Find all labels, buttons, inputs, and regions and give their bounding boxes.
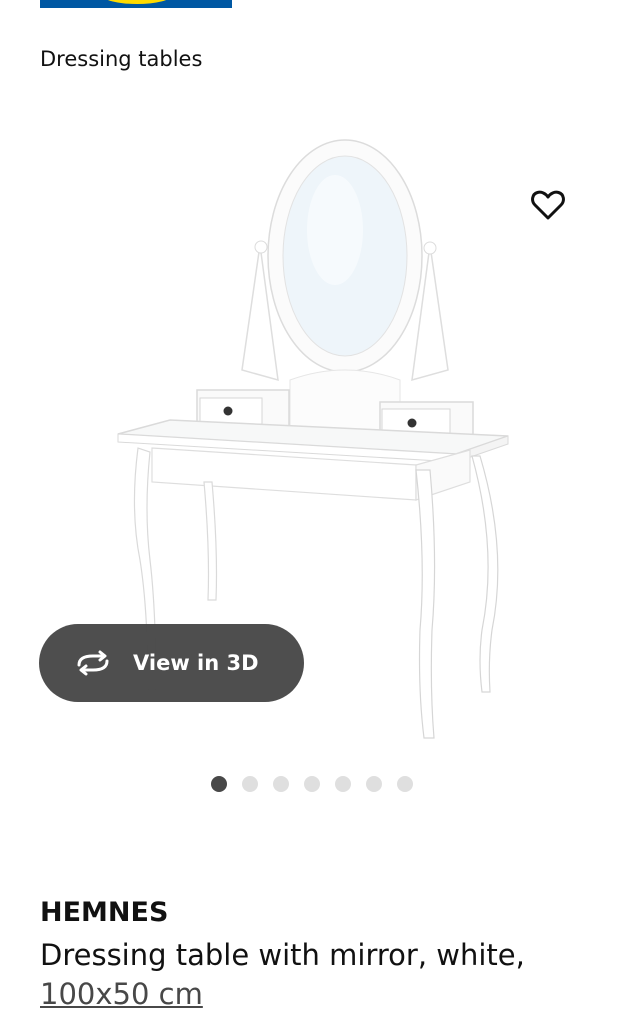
product-description: Dressing table with mirror, white, [40, 938, 525, 972]
heart-outline-icon [531, 190, 565, 220]
product-size-link[interactable]: 100x50 cm [40, 975, 203, 1013]
carousel-dot-1[interactable] [211, 776, 227, 792]
carousel-dot-3[interactable] [273, 776, 289, 792]
ikea-logo[interactable] [40, 0, 232, 8]
carousel-dot-7[interactable] [397, 776, 413, 792]
logo-yellow-oval [102, 0, 172, 4]
view-in-3d-label: View in 3D [133, 651, 259, 675]
rotate-3d-icon [73, 648, 113, 678]
carousel-dot-6[interactable] [366, 776, 382, 792]
carousel-dots [211, 776, 413, 792]
carousel-dot-4[interactable] [304, 776, 320, 792]
carousel-dot-5[interactable] [335, 776, 351, 792]
product-name: HEMNES [40, 897, 169, 928]
carousel-dot-2[interactable] [242, 776, 258, 792]
favorite-button[interactable] [526, 183, 570, 227]
breadcrumb[interactable]: Dressing tables [40, 47, 202, 71]
view-in-3d-button[interactable]: View in 3D [39, 624, 304, 702]
